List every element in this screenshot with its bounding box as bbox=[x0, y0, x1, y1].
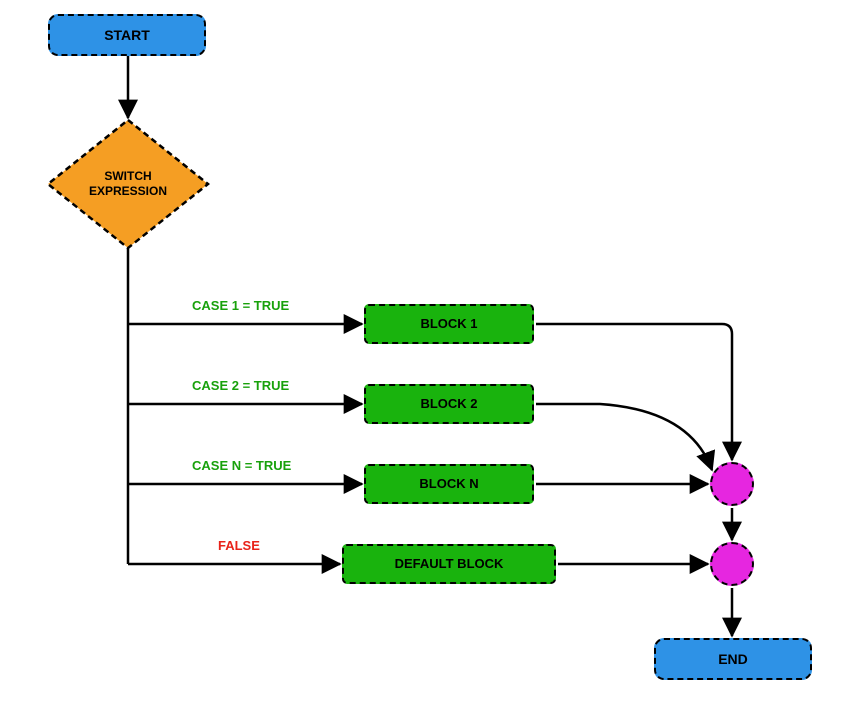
start-label: START bbox=[104, 27, 150, 43]
default-label: DEFAULT BLOCK bbox=[395, 557, 504, 572]
edges-layer bbox=[0, 0, 850, 720]
decision-node: SWITCH EXPRESSION bbox=[68, 158, 188, 210]
edge-label-case1: CASE 1 = TRUE bbox=[192, 298, 289, 313]
start-node: START bbox=[48, 14, 206, 56]
blockN-label: BLOCK N bbox=[419, 477, 478, 492]
decision-label: SWITCH EXPRESSION bbox=[89, 169, 167, 199]
edge-label-false: FALSE bbox=[218, 538, 260, 553]
block2-label: BLOCK 2 bbox=[420, 397, 477, 412]
edge-block1-merge1 bbox=[536, 324, 732, 460]
blockN-node: BLOCK N bbox=[364, 464, 534, 504]
block1-label: BLOCK 1 bbox=[420, 317, 477, 332]
block2-node: BLOCK 2 bbox=[364, 384, 534, 424]
merge2-node bbox=[710, 542, 754, 586]
edge-block2-merge1 bbox=[536, 404, 712, 470]
end-label: END bbox=[718, 651, 748, 667]
block1-node: BLOCK 1 bbox=[364, 304, 534, 344]
edge-label-case2: CASE 2 = TRUE bbox=[192, 378, 289, 393]
end-node: END bbox=[654, 638, 812, 680]
edge-label-caseN: CASE N = TRUE bbox=[192, 458, 291, 473]
flowchart-canvas: START SWITCH EXPRESSION BLOCK 1 BLOCK 2 … bbox=[0, 0, 850, 720]
merge1-node bbox=[710, 462, 754, 506]
default-node: DEFAULT BLOCK bbox=[342, 544, 556, 584]
